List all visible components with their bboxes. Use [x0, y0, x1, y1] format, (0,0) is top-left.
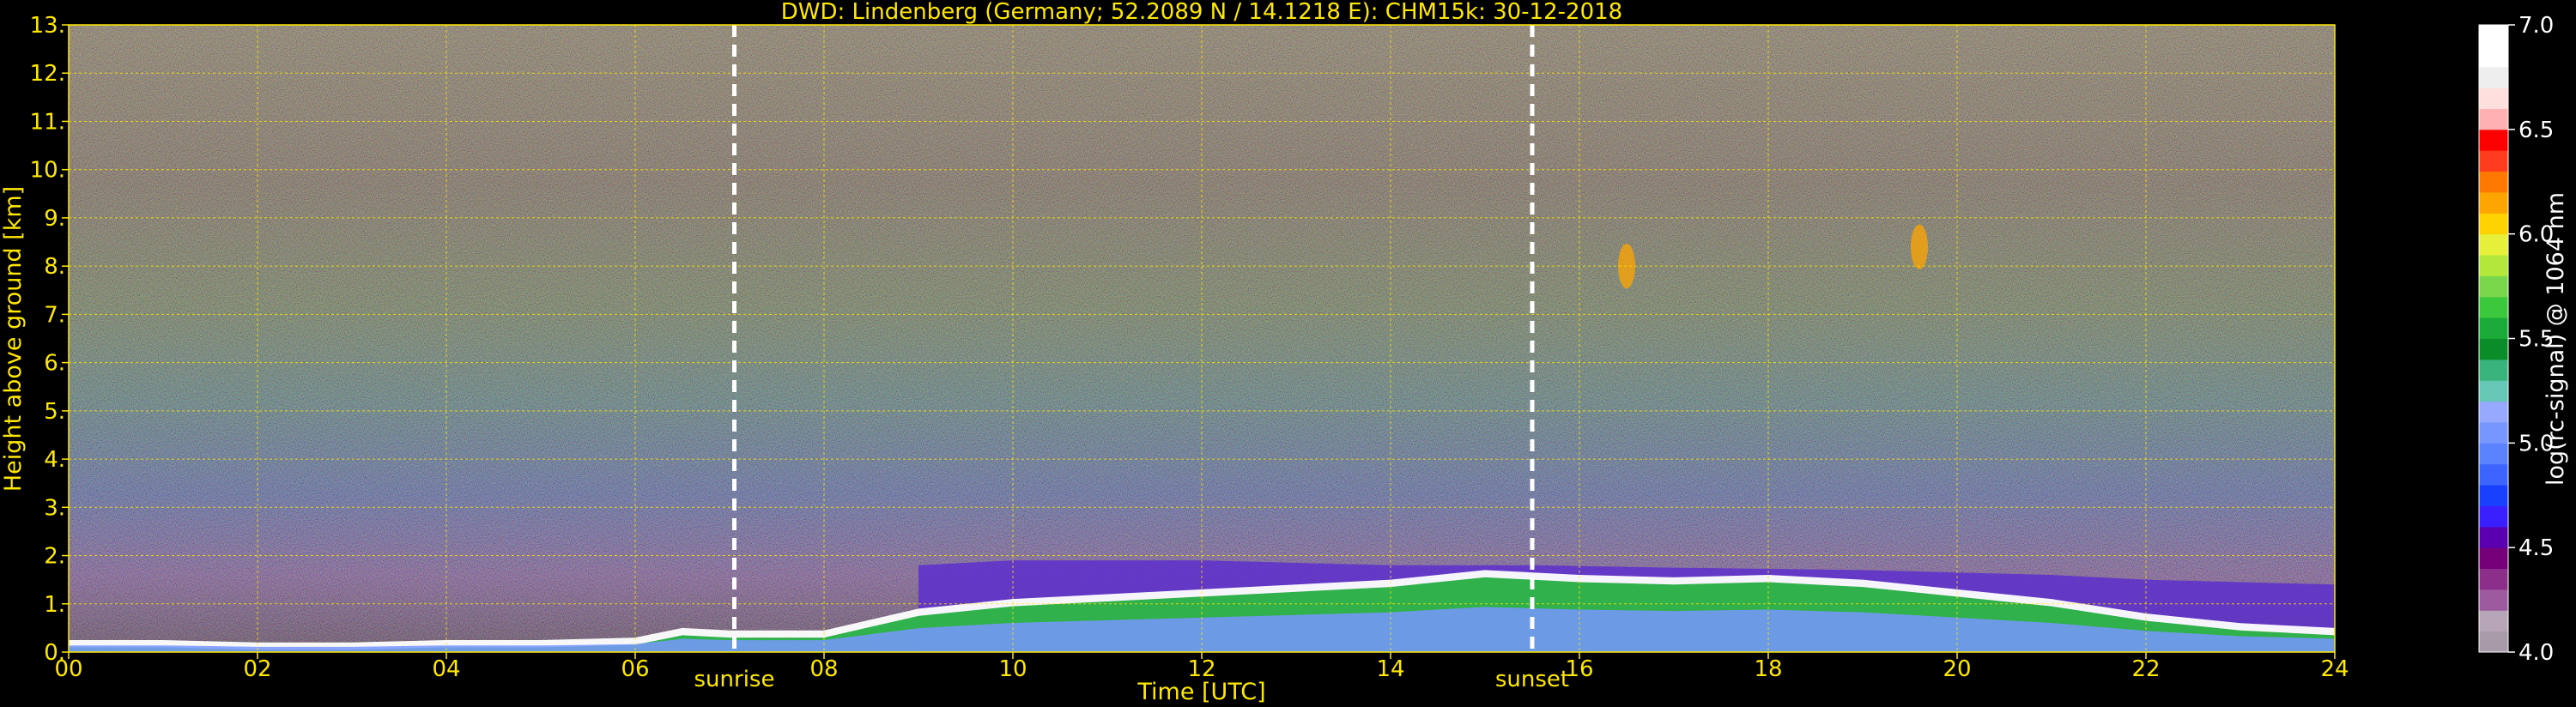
colorbar-swatch: [2479, 129, 2508, 151]
colorbar-swatch: [2479, 380, 2508, 402]
y-tick-label: 1.: [44, 592, 65, 618]
x-tick-label: 06: [621, 656, 649, 682]
ceilometer-chart: sunrise sunset 0.1.2.3.4.5.6.7.8.9.10.11.…: [0, 0, 2569, 705]
y-tick-label: 3.: [44, 495, 65, 521]
colorbar: [2478, 24, 2509, 653]
y-tick-label: 9.: [44, 206, 65, 232]
colorbar-swatch: [2479, 443, 2508, 465]
colorbar-swatch: [2479, 108, 2508, 130]
y-tick-label: 6.: [44, 351, 65, 377]
colorbar-swatch: [2479, 589, 2508, 611]
colorbar-swatch: [2479, 296, 2508, 318]
x-tick-label: 24: [2320, 656, 2349, 682]
colorbar-tick-label: 4.5: [2518, 535, 2554, 561]
sunrise-label: sunrise: [694, 667, 775, 692]
colorbar-swatch: [2479, 568, 2508, 590]
colorbar-swatch: [2479, 338, 2508, 360]
colorbar-swatch: [2479, 401, 2508, 423]
colorbar-swatch: [2479, 631, 2508, 653]
colorbar-swatch: [2479, 463, 2508, 486]
colorbar-swatch: [2479, 213, 2508, 235]
y-tick-label: 4.: [44, 447, 65, 473]
y-tick-label: 12.: [30, 61, 65, 87]
colorbar-swatch: [2479, 485, 2508, 506]
colorbar-swatch: [2479, 25, 2508, 46]
colorbar-swatch: [2479, 421, 2508, 444]
y-tick-label: 11.: [30, 109, 65, 135]
x-tick-label: 18: [1754, 656, 1782, 682]
x-tick-label: 22: [2131, 656, 2160, 682]
y-tick-label: 2.: [44, 544, 65, 570]
colorbar-swatch: [2479, 275, 2508, 298]
colorbar-label: log(rc-signal) @ 1064 nm: [2543, 192, 2569, 486]
colorbar-swatch: [2479, 45, 2508, 68]
cirrus-feature: [1911, 224, 1928, 269]
colorbar-swatch: [2479, 150, 2508, 172]
sunset-label: sunset: [1495, 667, 1569, 692]
y-tick-label: 13.: [30, 13, 65, 39]
colorbar-tick-label: 6.5: [2518, 118, 2554, 143]
x-tick-label: 16: [1565, 656, 1593, 682]
x-tick-label: 10: [998, 656, 1027, 682]
y-tick-label: 5.: [44, 399, 65, 425]
x-axis-label: Time [UTC]: [1136, 679, 1265, 705]
x-tick-label: 14: [1376, 656, 1404, 682]
colorbar-swatch: [2479, 88, 2508, 109]
x-tick-label: 00: [54, 656, 82, 682]
y-tick-label: 7.: [44, 302, 65, 328]
colorbar-swatch: [2479, 171, 2508, 193]
y-axis-label: Height above ground [km]: [0, 186, 27, 492]
colorbar-swatch: [2479, 66, 2508, 88]
x-tick-label: 08: [809, 656, 838, 682]
colorbar-tick-label: 7.0: [2518, 13, 2554, 39]
colorbar-swatch: [2479, 191, 2508, 214]
y-tick-label: 10.: [30, 158, 65, 184]
x-tick-label: 20: [1943, 656, 1971, 682]
colorbar-swatch: [2479, 547, 2508, 570]
y-tick-label: 8.: [44, 254, 65, 280]
colorbar-swatch: [2479, 233, 2508, 256]
colorbar-swatch: [2479, 610, 2508, 632]
colorbar-swatch: [2479, 526, 2508, 548]
x-tick-label: 02: [243, 656, 271, 682]
x-tick-label: 04: [432, 656, 460, 682]
colorbar-tick-label: 4.0: [2518, 640, 2554, 666]
colorbar-swatch: [2479, 359, 2508, 381]
chart-title: DWD: Lindenberg (Germany; 52.2089 N / 14…: [781, 0, 1622, 25]
colorbar-swatch: [2479, 505, 2508, 528]
colorbar-swatch: [2479, 255, 2508, 276]
colorbar-swatch: [2479, 317, 2508, 339]
